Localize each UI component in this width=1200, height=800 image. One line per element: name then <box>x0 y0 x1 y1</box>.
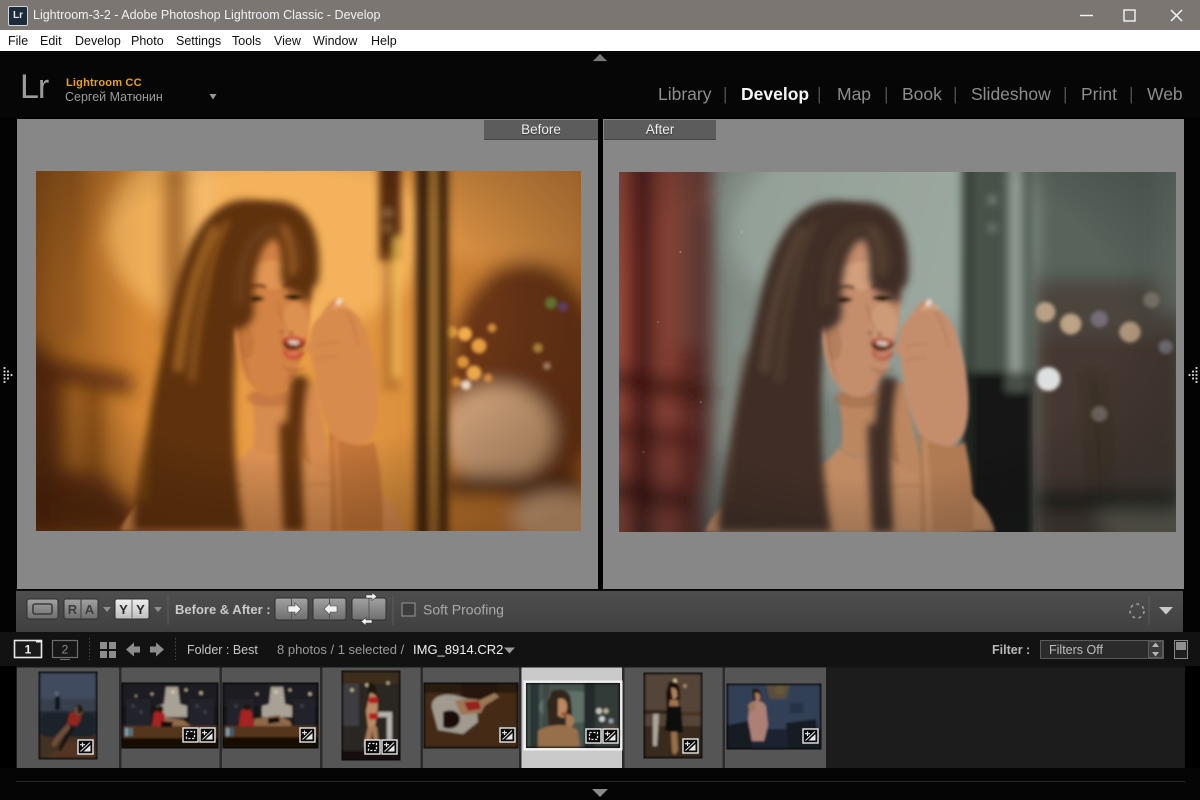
svg-text:R: R <box>68 602 78 617</box>
svg-text:8 photos / 1 selected /: 8 photos / 1 selected / <box>277 642 405 657</box>
svg-text:IMG_8914.CR2: IMG_8914.CR2 <box>413 642 503 657</box>
svg-text:2: 2 <box>62 643 69 657</box>
svg-text:Soft Proofing: Soft Proofing <box>423 602 504 618</box>
svg-text:1: 1 <box>25 643 32 657</box>
svg-text:Folder : Best: Folder : Best <box>187 643 258 657</box>
svg-text:Filters Off: Filters Off <box>1049 643 1103 657</box>
svg-text:Y: Y <box>136 602 145 617</box>
svg-text:Before & After :: Before & After : <box>175 602 271 617</box>
svg-text:Y: Y <box>119 602 128 617</box>
svg-text:Filter :: Filter : <box>992 643 1030 657</box>
svg-text:A: A <box>85 602 95 617</box>
